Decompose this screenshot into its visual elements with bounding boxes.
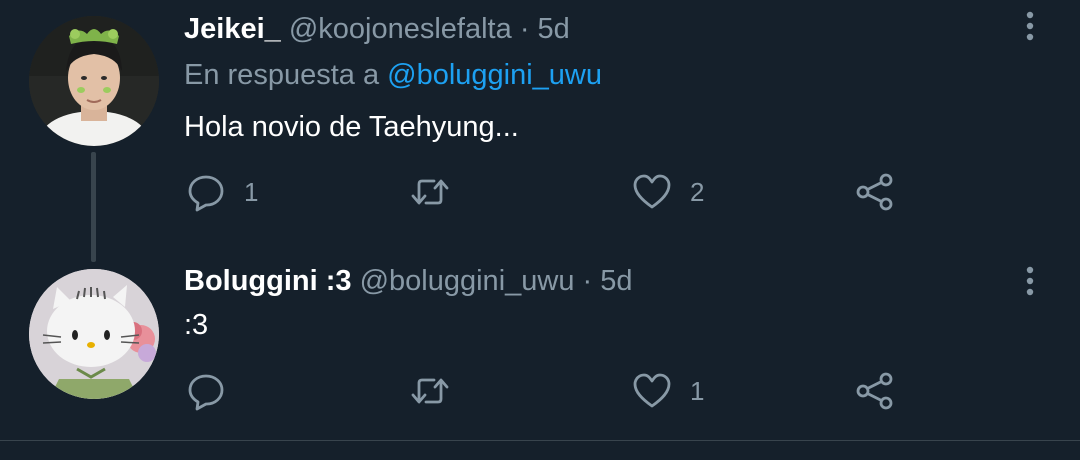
reply-button[interactable]: 1 xyxy=(186,167,258,217)
heart-icon xyxy=(633,373,671,408)
display-name[interactable]: Boluggini :3 xyxy=(184,265,352,297)
more-vertical-icon xyxy=(1026,11,1034,41)
display-name[interactable]: Jeikei_ xyxy=(184,13,281,45)
more-options-button[interactable] xyxy=(1012,263,1048,299)
person-photo-avatar-icon xyxy=(29,16,159,146)
handle[interactable]: @boluggini_uwu xyxy=(360,265,575,297)
like-button[interactable]: 1 xyxy=(632,366,704,416)
reply-prefix: En respuesta a xyxy=(184,59,380,91)
more-options-button[interactable] xyxy=(1012,8,1048,44)
tweet[interactable]: Jeikei_ @koojoneslefalta · 5d En respues… xyxy=(0,0,1080,262)
share-icon xyxy=(856,173,893,211)
reply-context: En respuesta a @boluggini_uwu xyxy=(184,58,602,92)
handle[interactable]: @koojoneslefalta xyxy=(289,13,512,45)
like-count: 1 xyxy=(690,375,705,406)
like-count: 2 xyxy=(690,176,705,207)
share-button[interactable] xyxy=(855,167,895,217)
timestamp[interactable]: 5d xyxy=(538,13,570,45)
reply-bubble-icon xyxy=(188,374,224,411)
reply-count: 1 xyxy=(244,176,259,207)
tweet-text: Hola novio de Taehyung... xyxy=(184,111,519,143)
timestamp[interactable]: 5d xyxy=(600,265,632,297)
action-bar: 1 2 xyxy=(0,167,1080,217)
retweet-button[interactable] xyxy=(410,167,468,217)
avatar[interactable] xyxy=(29,16,159,146)
like-button[interactable]: 2 xyxy=(632,167,704,217)
action-bar: 1 xyxy=(0,366,1080,416)
divider xyxy=(0,440,1080,441)
separator-dot: · xyxy=(582,265,593,297)
share-button[interactable] xyxy=(855,366,895,416)
retweet-button[interactable] xyxy=(410,366,468,416)
tweet-text: :3 xyxy=(184,309,209,341)
timeline: Jeikei_ @koojoneslefalta · 5d En respues… xyxy=(0,0,1080,460)
retweet-icon xyxy=(411,179,449,205)
reply-mention-link[interactable]: @boluggini_uwu xyxy=(387,59,602,91)
retweet-icon xyxy=(411,378,449,404)
share-icon xyxy=(856,372,893,410)
tweet-header: Boluggini :3 @boluggini_uwu · 5d xyxy=(184,264,633,298)
reply-bubble-icon xyxy=(188,175,224,212)
tweet-header: Jeikei_ @koojoneslefalta · 5d xyxy=(184,12,570,46)
more-vertical-icon xyxy=(1026,266,1034,296)
heart-icon xyxy=(633,174,671,209)
reply-button[interactable] xyxy=(186,366,244,416)
separator-dot: · xyxy=(519,13,530,45)
tweet[interactable]: Boluggini :3 @boluggini_uwu · 5d :3 1 xyxy=(0,255,1080,441)
